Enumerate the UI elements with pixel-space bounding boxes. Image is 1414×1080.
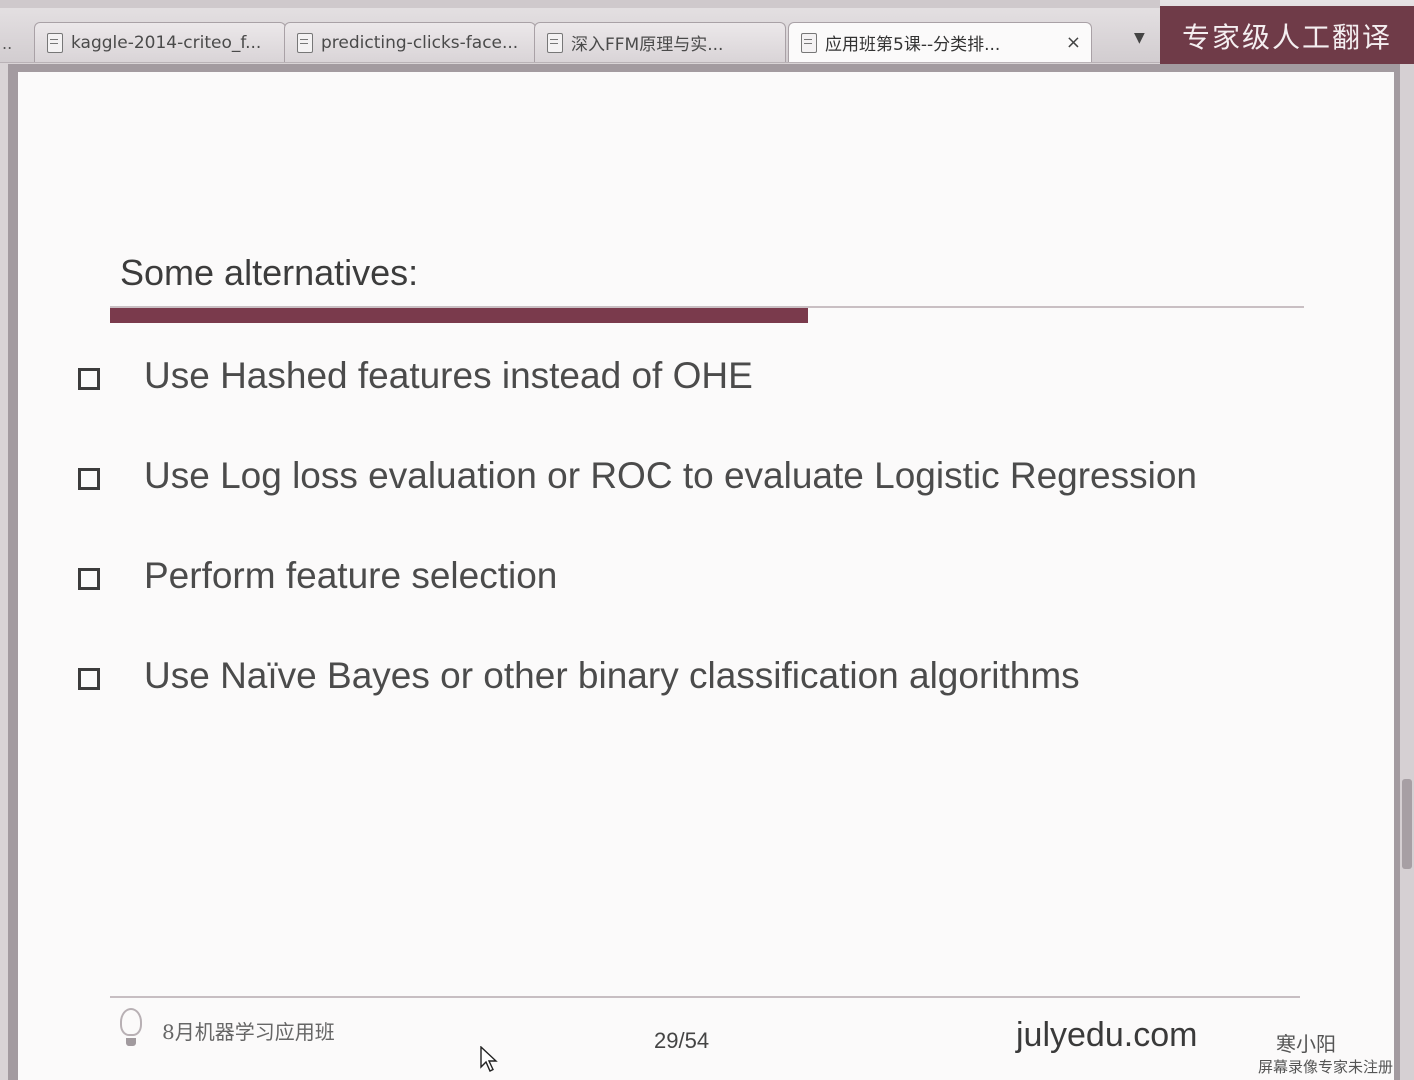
bullet-text: Perform feature selection — [144, 555, 558, 596]
document-icon — [297, 32, 313, 53]
document-icon — [547, 32, 563, 53]
tab-predicting-clicks[interactable]: predicting-clicks-face... — [284, 22, 536, 62]
bullet-text: Use Naïve Bayes or other binary classifi… — [144, 655, 1080, 696]
mouse-cursor-icon — [480, 1046, 498, 1072]
bullet-text: Use Log loss evaluation or ROC to evalua… — [144, 455, 1198, 496]
bullet-text: Use Hashed features instead of OHE — [144, 355, 753, 396]
checkbox-bullet-icon — [78, 468, 100, 490]
list-item: Use Naïve Bayes or other binary classifi… — [78, 655, 1197, 755]
checkbox-bullet-icon — [78, 668, 100, 690]
checkbox-bullet-icon — [78, 568, 100, 590]
course-name: 8月机器学习应用班 — [162, 1020, 335, 1044]
chevron-down-icon[interactable]: ▼ — [1134, 30, 1145, 46]
presenter-name: 寒小阳 — [1276, 1032, 1336, 1056]
close-icon[interactable]: × — [1066, 32, 1081, 53]
tab-label: predicting-clicks-face... — [321, 32, 519, 53]
vertical-scrollbar[interactable] — [1400, 64, 1414, 1080]
title-accent-bar — [110, 308, 808, 323]
tab-kaggle[interactable]: kaggle-2014-criteo_f... — [34, 22, 286, 62]
slide-canvas: Some alternatives: Use Hashed features i… — [18, 72, 1394, 1080]
page-number: 29/54 — [654, 1028, 710, 1053]
slide-title: Some alternatives: — [120, 252, 419, 293]
document-icon — [801, 32, 817, 53]
bullet-list: Use Hashed features instead of OHE Use L… — [78, 355, 1197, 755]
tab-ffm[interactable]: 深入FFM原理与实... — [534, 22, 786, 62]
tab-bar: .. kaggle-2014-criteo_f... predicting-cl… — [0, 0, 1414, 64]
tab-overflow[interactable]: .. — [2, 34, 12, 53]
site-link: julyedu.com — [1016, 1016, 1198, 1054]
list-item: Use Log loss evaluation or ROC to evalua… — [78, 455, 1197, 555]
recorder-watermark: 屏幕录像专家未注册 — [1258, 1058, 1394, 1076]
tab-label: kaggle-2014-criteo_f... — [71, 32, 262, 53]
list-item: Use Hashed features instead of OHE — [78, 355, 1197, 455]
scrollbar-thumb[interactable] — [1402, 779, 1412, 869]
checkbox-bullet-icon — [78, 368, 100, 390]
footer-divider — [110, 996, 1300, 998]
tab-label: 深入FFM原理与实... — [571, 35, 724, 55]
tab-lesson5[interactable]: 应用班第5课--分类排... × — [788, 22, 1092, 62]
translation-banner: 专家级人工翻译 — [1160, 6, 1414, 64]
list-item: Perform feature selection — [78, 555, 1197, 655]
document-icon — [47, 32, 63, 53]
menu-bar — [0, 0, 1160, 8]
tab-label: 应用班第5课--分类排... — [825, 35, 1001, 55]
lightbulb-icon — [120, 1008, 142, 1046]
